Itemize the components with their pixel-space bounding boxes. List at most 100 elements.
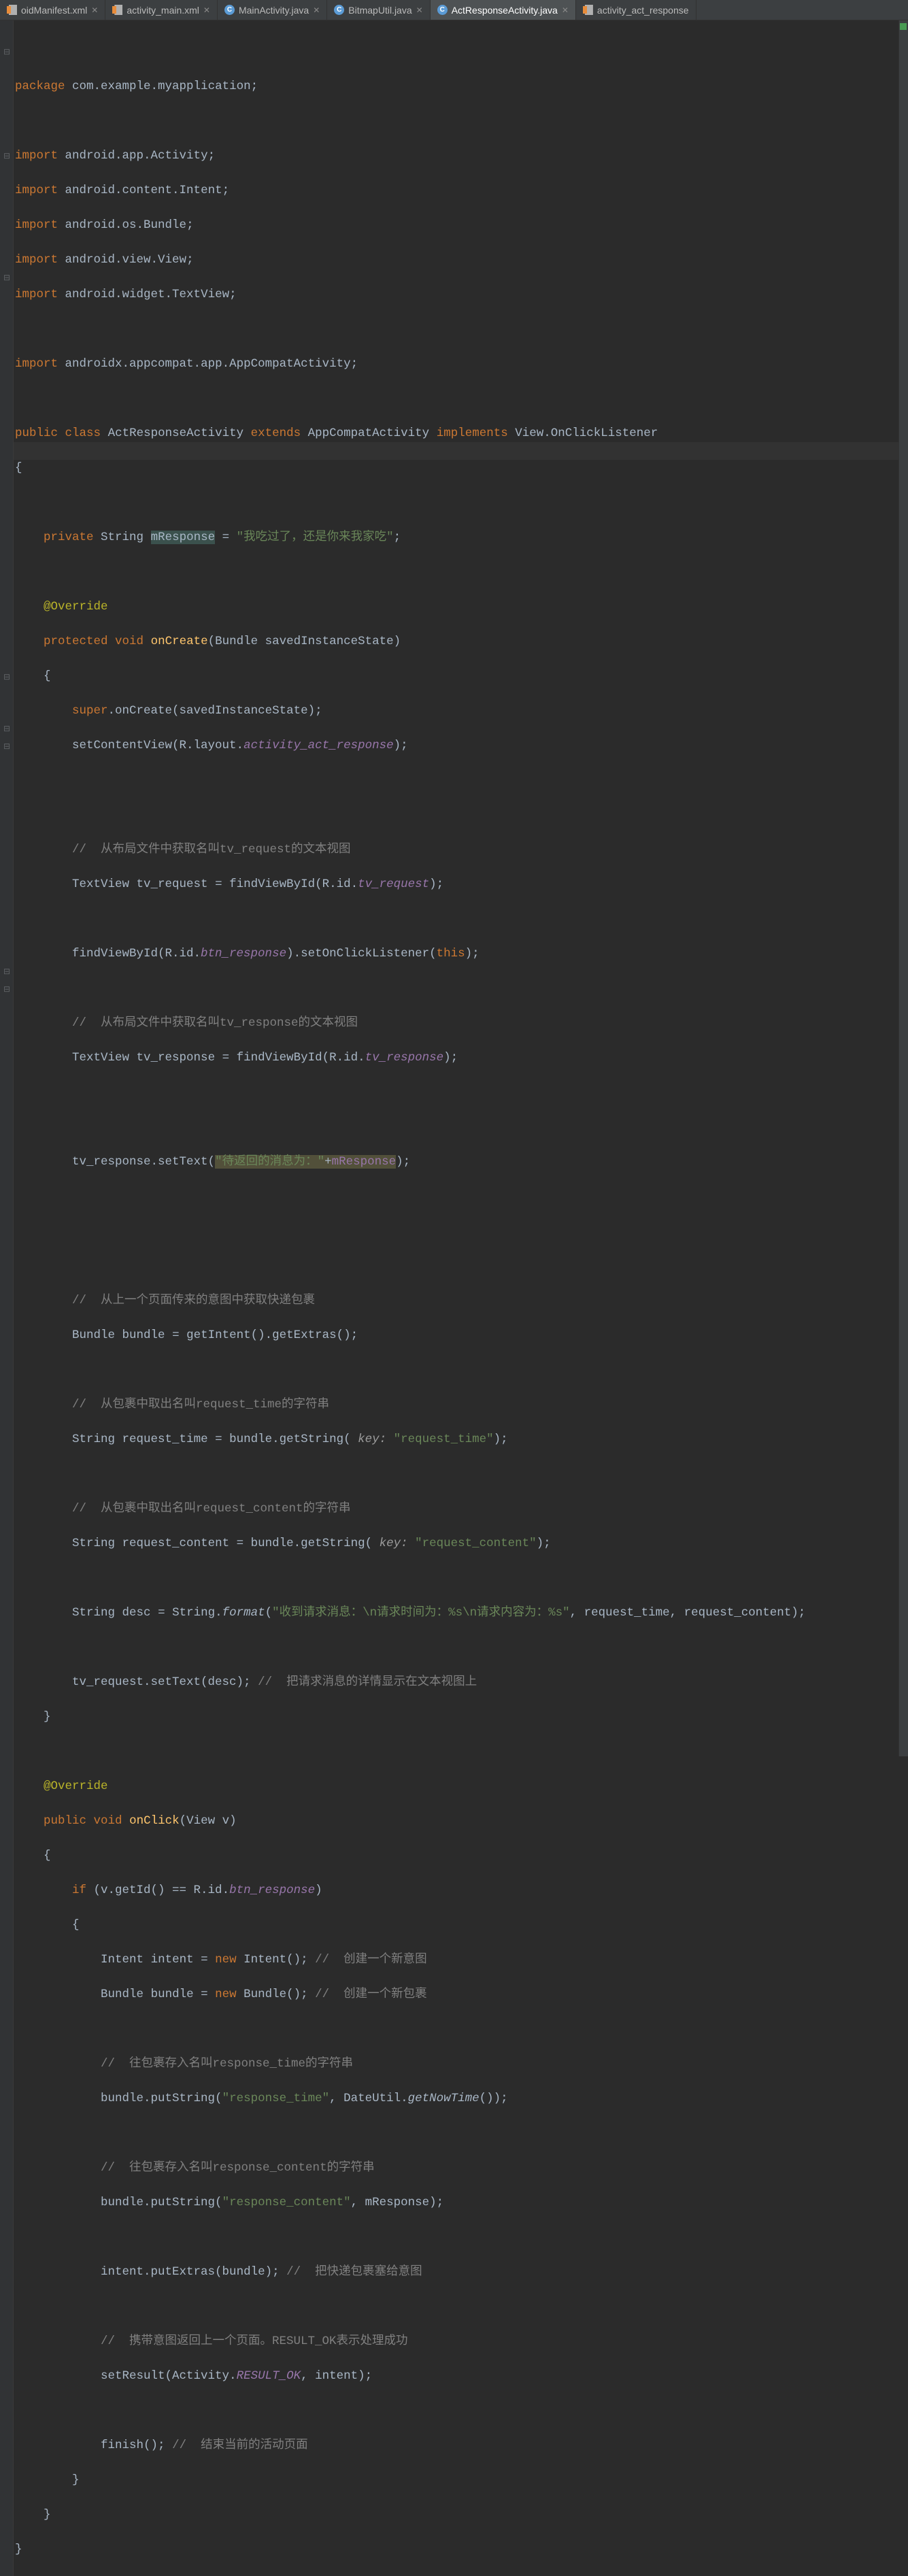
code-line [15, 390, 908, 408]
code-line: // 往包裹存入名叫response_content的字符串 [15, 2160, 908, 2177]
code-line [15, 1223, 908, 1241]
code-line [15, 2229, 908, 2247]
fold-icon[interactable]: ⊟ [3, 743, 11, 752]
code-line: { [15, 460, 908, 478]
code-line: } [15, 2472, 908, 2490]
close-icon[interactable]: ✕ [562, 5, 569, 15]
code-line: import android.content.Intent; [15, 182, 908, 200]
code-line: } [15, 2507, 908, 2524]
fold-icon[interactable]: ⊟ [3, 969, 11, 977]
close-icon[interactable]: ✕ [416, 5, 423, 15]
java-class-icon: C [437, 5, 448, 15]
code-line: import android.view.View; [15, 252, 908, 269]
code-line: // 从包裹中取出名叫request_content的字符串 [15, 1501, 908, 1518]
code-line: if (v.getId() == R.id.btn_response) [15, 1882, 908, 1900]
code-line [15, 1188, 908, 1206]
tab-label: BitmapUtil.java [348, 5, 411, 16]
code-line: public class ActResponseActivity extends… [15, 425, 908, 443]
code-line [15, 1570, 908, 1588]
tab-label: activity_main.xml [127, 5, 199, 16]
code-line [15, 2403, 908, 2420]
close-icon[interactable]: ✕ [203, 5, 210, 15]
code-line [15, 1362, 908, 1379]
code-line [15, 1258, 908, 1275]
code-line: bundle.putString("response_time", DateUt… [15, 2090, 908, 2108]
code-line: tv_request.setText(desc); // 把请求消息的详情显示在… [15, 1674, 908, 1692]
code-line: Intent intent = new Intent(); // 创建一个新意图 [15, 1952, 908, 1969]
code-line: // 往包裹存入名叫response_time的字符串 [15, 2056, 908, 2073]
code-line [15, 2298, 908, 2316]
code-line: { [15, 1917, 908, 1935]
tab-label: MainActivity.java [239, 5, 309, 16]
code-line [15, 564, 908, 582]
code-line: TextView tv_response = findViewById(R.id… [15, 1050, 908, 1067]
code-line [15, 1466, 908, 1484]
tab-label: activity_act_response [597, 5, 689, 16]
code-line: public void onClick(View v) [15, 1813, 908, 1830]
code-line: { [15, 1847, 908, 1865]
code-line: String request_time = bundle.getString( … [15, 1431, 908, 1449]
code-line: package com.example.myapplication; [15, 78, 908, 96]
gutter[interactable]: ⊟ ⊟ ⊟ ⊟ ⊟ ⊟ ⊟ ⊟ [0, 20, 14, 2576]
code-line: protected void onCreate(Bundle savedInst… [15, 633, 908, 651]
code-line: intent.putExtras(bundle); // 把快递包裹塞给意图 [15, 2264, 908, 2281]
code-line: finish(); // 结束当前的活动页面 [15, 2437, 908, 2455]
fold-icon[interactable]: ⊟ [3, 275, 11, 283]
close-icon[interactable]: ✕ [313, 5, 320, 15]
fold-icon[interactable]: ⊟ [3, 153, 11, 161]
tab-activity-act-response[interactable]: activity_act_response [576, 0, 696, 20]
tab-manifest[interactable]: oidManifest.xml ✕ [0, 0, 105, 20]
caret-line-highlight [14, 442, 898, 460]
code-line [15, 980, 908, 998]
code-line [15, 2021, 908, 2039]
code-line: { [15, 668, 908, 686]
code-line: import android.os.Bundle; [15, 217, 908, 235]
code-line: import android.app.Activity; [15, 148, 908, 165]
code-line [15, 772, 908, 790]
code-line: Bundle bundle = getIntent().getExtras(); [15, 1327, 908, 1345]
code-line [15, 911, 908, 929]
code-editor[interactable]: ⊟ ⊟ ⊟ ⊟ ⊟ ⊟ ⊟ ⊟ package com.example.myap… [0, 20, 908, 2576]
xml-file-icon [112, 5, 122, 15]
code-line [15, 2125, 908, 2143]
code-line [15, 113, 908, 131]
fold-icon[interactable]: ⊟ [3, 986, 11, 994]
code-line: String desc = String.format("收到请求消息：\n请求… [15, 1605, 908, 1622]
code-line: // 从包裹中取出名叫request_time的字符串 [15, 1396, 908, 1414]
code-line: @Override [15, 1778, 908, 1796]
code-line [15, 1119, 908, 1137]
tab-bar: oidManifest.xml ✕ activity_main.xml ✕ C Mai… [0, 0, 908, 20]
code-line: } [15, 1709, 908, 1726]
fold-icon[interactable]: ⊟ [3, 49, 11, 57]
xml-file-icon [583, 5, 593, 15]
code-line: } [15, 2541, 908, 2559]
code-line: import androidx.appcompat.app.AppCompatA… [15, 356, 908, 373]
code-line: @Override [15, 599, 908, 616]
code-line: // 携带意图返回上一个页面。RESULT_OK表示处理成功 [15, 2333, 908, 2351]
close-icon[interactable]: ✕ [91, 5, 98, 15]
code-line: private String mResponse = "我吃过了，还是你来我家吃… [15, 529, 908, 547]
code-line: // 从上一个页面传来的意图中获取快递包裹 [15, 1292, 908, 1310]
code-line [15, 321, 908, 339]
code-line: setContentView(R.layout.activity_act_res… [15, 737, 908, 755]
tab-bitmap-util[interactable]: C BitmapUtil.java ✕ [327, 0, 430, 20]
tab-activity-main[interactable]: activity_main.xml ✕ [105, 0, 218, 20]
code-line [15, 1743, 908, 1761]
fold-icon[interactable]: ⊟ [3, 674, 11, 682]
tab-main-activity[interactable]: C MainActivity.java ✕ [218, 0, 327, 20]
code-line: Bundle bundle = new Bundle(); // 创建一个新包裹 [15, 1986, 908, 2004]
tab-label: oidManifest.xml [21, 5, 87, 16]
code-line: import android.widget.TextView; [15, 286, 908, 304]
tab-act-response[interactable]: CActResponseActivity.java✕ [431, 0, 576, 20]
fold-icon[interactable]: ⊟ [3, 726, 11, 734]
code-line [15, 807, 908, 824]
java-class-icon: C [224, 5, 235, 15]
code-line: setResult(Activity.RESULT_OK, intent); [15, 2368, 908, 2386]
code-line: // 从布局文件中获取名叫tv_request的文本视图 [15, 841, 908, 859]
code-line: tv_response.setText("待返回的消息为："+mResponse… [15, 1154, 908, 1171]
code-line [15, 495, 908, 512]
code-line: super.onCreate(savedInstanceState); [15, 703, 908, 720]
code-line [15, 1084, 908, 1102]
java-class-icon: C [334, 5, 344, 15]
xml-file-icon [7, 5, 17, 15]
